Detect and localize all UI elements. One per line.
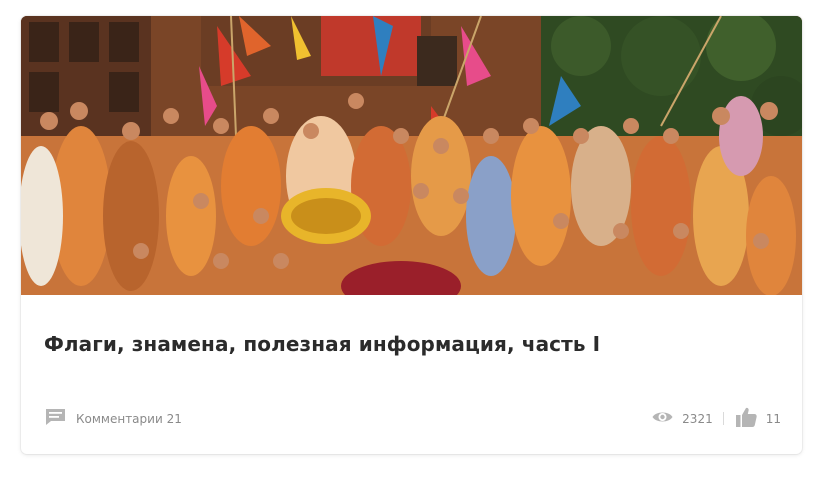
stats-divider xyxy=(722,412,724,425)
likes-count: 11 xyxy=(765,411,781,426)
article-photo[interactable] xyxy=(21,16,802,295)
views-stat: 2321 xyxy=(652,410,713,427)
thumbs-up-icon xyxy=(735,407,757,430)
comments-count-label: Комментарии 21 xyxy=(76,412,182,426)
photo-illustration xyxy=(21,16,802,295)
eye-icon xyxy=(652,410,673,427)
article-stats: 2321 11 xyxy=(652,407,781,430)
comment-icon xyxy=(45,408,66,430)
article-title[interactable]: Флаги, знамена, полезная информация, час… xyxy=(44,332,600,356)
like-button[interactable]: 11 xyxy=(735,407,781,430)
article-card[interactable]: Флаги, знамена, полезная информация, час… xyxy=(21,16,802,454)
comments-link[interactable]: Комментарии 21 xyxy=(45,408,182,430)
views-count: 2321 xyxy=(682,411,713,426)
